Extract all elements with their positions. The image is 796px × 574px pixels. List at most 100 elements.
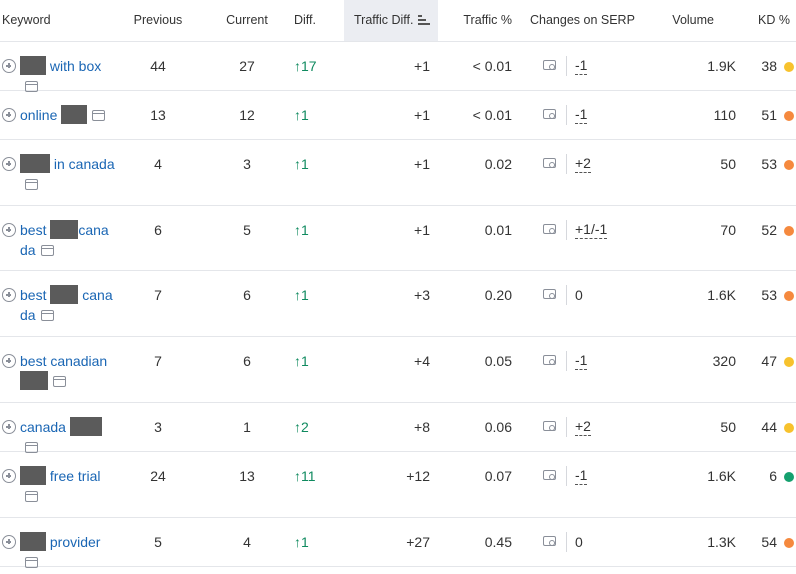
kd-value: 47 bbox=[761, 353, 777, 369]
keyword-link[interactable]: best canadian bbox=[20, 351, 116, 391]
serp-features-icon[interactable] bbox=[25, 179, 38, 190]
divider bbox=[566, 220, 567, 240]
sort-descending-icon[interactable] bbox=[417, 15, 430, 25]
kd-indicator-dot bbox=[784, 357, 794, 367]
current-position: 13 bbox=[239, 468, 255, 484]
traffic-percent: 0.45 bbox=[484, 534, 512, 550]
serp-preview-lens bbox=[549, 425, 555, 431]
add-keyword-icon[interactable] bbox=[2, 354, 16, 368]
add-keyword-icon[interactable] bbox=[2, 59, 16, 73]
redacted-text bbox=[50, 220, 79, 239]
position-diff: ↑1 bbox=[294, 156, 309, 172]
previous-position: 7 bbox=[154, 353, 162, 369]
keyword-link[interactable]: in canada bbox=[20, 154, 116, 194]
serp-preview-icon[interactable] bbox=[542, 288, 560, 302]
traffic-percent: < 0.01 bbox=[472, 58, 512, 74]
serp-features-icon[interactable] bbox=[25, 557, 38, 568]
keyword-text: free trial bbox=[46, 468, 101, 484]
search-volume: 320 bbox=[712, 353, 736, 369]
table-row: in canada 4 3 ↑1 +1 0.02 +2 50 53 bbox=[0, 140, 796, 206]
serp-preview-icon[interactable] bbox=[542, 420, 560, 434]
add-keyword-icon[interactable] bbox=[2, 469, 16, 483]
keyword-wrap: free trial bbox=[2, 466, 116, 506]
col-current[interactable]: Current bbox=[200, 0, 294, 41]
serp-preview-icon[interactable] bbox=[542, 157, 560, 171]
keyword-cell: best canadian bbox=[0, 337, 116, 391]
add-keyword-icon[interactable] bbox=[2, 535, 16, 549]
keyword-text: canada bbox=[20, 419, 70, 435]
current-position: 6 bbox=[243, 287, 251, 303]
serp-preview-lens bbox=[549, 540, 555, 546]
serp-features-icon[interactable] bbox=[92, 110, 106, 121]
col-changes-serp[interactable]: Changes on SERP bbox=[518, 0, 638, 41]
serp-changes-cell: -1 bbox=[518, 42, 638, 76]
previous-position: 5 bbox=[154, 534, 162, 550]
kd-value: 54 bbox=[761, 534, 777, 550]
keyword-wrap: online bbox=[2, 105, 116, 125]
add-keyword-icon[interactable] bbox=[2, 420, 16, 434]
add-keyword-icon[interactable] bbox=[2, 157, 16, 171]
serp-preview-icon[interactable] bbox=[542, 535, 560, 549]
serp-change-value[interactable]: -1 bbox=[575, 106, 588, 124]
add-keyword-icon[interactable] bbox=[2, 288, 16, 302]
col-traffic-pct[interactable]: Traffic % bbox=[438, 0, 518, 41]
serp-change-value[interactable]: +2 bbox=[575, 418, 591, 436]
col-volume[interactable]: Volume bbox=[638, 0, 738, 41]
serp-change-value[interactable]: -1 bbox=[575, 352, 588, 370]
serp-preview-icon[interactable] bbox=[542, 354, 560, 368]
serp-preview-icon[interactable] bbox=[542, 59, 560, 73]
traffic-percent: 0.06 bbox=[484, 419, 512, 435]
position-diff: ↑1 bbox=[294, 222, 309, 238]
position-diff: ↑11 bbox=[294, 468, 316, 484]
serp-preview-icon[interactable] bbox=[542, 469, 560, 483]
keyword-link[interactable]: with box bbox=[20, 56, 116, 96]
add-keyword-icon[interactable] bbox=[2, 108, 16, 122]
kd-cell: 47 bbox=[738, 337, 796, 371]
position-diff: ↑17 bbox=[294, 58, 317, 74]
search-volume: 50 bbox=[720, 419, 736, 435]
serp-change-value[interactable]: +2 bbox=[575, 155, 591, 173]
serp-change-value[interactable]: +1/-1 bbox=[575, 221, 608, 239]
serp-features-icon[interactable] bbox=[40, 310, 54, 321]
serp-features-icon[interactable] bbox=[40, 245, 54, 256]
serp-features-icon[interactable] bbox=[25, 491, 38, 502]
col-keyword[interactable]: Keyword bbox=[0, 0, 116, 41]
serp-preview-icon[interactable] bbox=[542, 223, 560, 237]
previous-position: 7 bbox=[154, 287, 162, 303]
position-diff: ↑1 bbox=[294, 353, 309, 369]
serp-change-value: 0 bbox=[575, 533, 583, 550]
kd-indicator-dot bbox=[784, 538, 794, 548]
keyword-link[interactable]: canada bbox=[20, 417, 116, 457]
serp-changes-cell: 0 bbox=[518, 518, 638, 552]
keyword-wrap: with box bbox=[2, 56, 116, 96]
serp-change-value: 0 bbox=[575, 286, 583, 303]
col-diff[interactable]: Diff. bbox=[294, 0, 344, 41]
col-traffic-diff-label: Traffic Diff. bbox=[354, 13, 414, 27]
add-keyword-icon[interactable] bbox=[2, 223, 16, 237]
keyword-link[interactable]: provider bbox=[20, 532, 116, 572]
traffic-percent: 0.01 bbox=[484, 222, 512, 238]
col-previous[interactable]: Previous bbox=[116, 0, 200, 41]
table-row: free trial 24 13 ↑11 +12 0.07 -1 1.6K 6 bbox=[0, 452, 796, 518]
previous-position: 6 bbox=[154, 222, 162, 238]
serp-change-value[interactable]: -1 bbox=[575, 57, 588, 75]
serp-change-value[interactable]: -1 bbox=[575, 467, 588, 485]
kd-indicator-dot bbox=[784, 111, 794, 121]
redacted-text bbox=[20, 466, 46, 485]
keyword-text: provider bbox=[46, 534, 101, 550]
serp-changes-cell: -1 bbox=[518, 337, 638, 371]
traffic-percent: 0.20 bbox=[484, 287, 512, 303]
col-kd[interactable]: KD % bbox=[738, 0, 796, 41]
keyword-link[interactable]: best canada bbox=[20, 220, 116, 260]
keyword-link[interactable]: online bbox=[20, 105, 116, 125]
serp-features-icon[interactable] bbox=[53, 376, 66, 387]
serp-preview-icon[interactable] bbox=[542, 108, 560, 122]
traffic-diff: +27 bbox=[406, 534, 430, 550]
previous-position: 3 bbox=[154, 419, 162, 435]
serp-changes-wrap: +2 bbox=[518, 154, 638, 174]
serp-changes-wrap: -1 bbox=[518, 56, 638, 76]
keyword-link[interactable]: best canada bbox=[20, 285, 116, 325]
redacted-text bbox=[20, 532, 46, 551]
col-traffic-diff[interactable]: Traffic Diff. bbox=[344, 0, 438, 41]
keyword-link[interactable]: free trial bbox=[20, 466, 116, 506]
